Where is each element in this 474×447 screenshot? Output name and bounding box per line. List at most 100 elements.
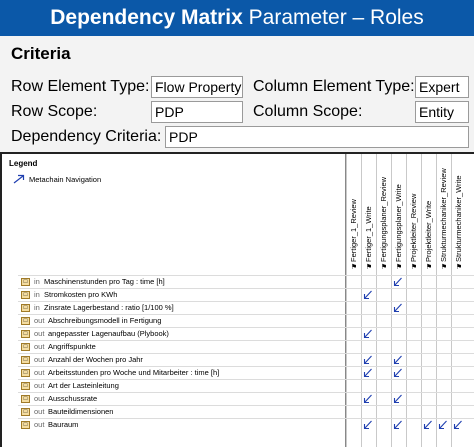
matrix-row[interactable]: □ out Angriffspunkte (18, 340, 474, 353)
column-header-label: Fertigungsplaner_Review (379, 176, 388, 262)
flow-property-icon: □ (21, 278, 30, 286)
row-direction: out (34, 381, 45, 390)
dependency-arrow-icon[interactable] (393, 394, 403, 404)
column-header-label: Strukturmechaniker_Review (439, 168, 448, 262)
column-header[interactable]: Fertigungsplaner_Review ⚑ (376, 154, 391, 274)
column-header[interactable]: Projektleiter_Review ⚑ (406, 154, 421, 274)
row-direction: out (34, 407, 45, 416)
row-direction: in (34, 303, 40, 312)
row-direction: out (34, 368, 45, 377)
expert-icon: ⚑ (350, 264, 358, 271)
matrix-row[interactable]: □ in Stromkosten pro KWh (18, 288, 474, 301)
column-header[interactable]: Fertiger_1_Review ⚑ (346, 154, 361, 274)
row-label: Arbeitsstunden pro Woche und Mitarbeiter… (48, 368, 220, 377)
matrix-row[interactable]: □ out Anzahl der Wochen pro Jahr (18, 353, 474, 366)
row-element-type-label: Row Element Type: (11, 78, 150, 95)
row-direction: out (34, 355, 45, 364)
dependency-criteria-field[interactable]: PDP (165, 126, 469, 148)
row-scope-label: Row Scope: (11, 103, 98, 120)
row-scope-field[interactable]: PDP (151, 101, 243, 123)
column-header[interactable]: Fertiger_1_Write ⚑ (361, 154, 376, 274)
flow-property-icon: □ (21, 421, 30, 429)
column-header[interactable]: Fertigungsplaner_Write ⚑ (391, 154, 406, 274)
matrix-row[interactable]: □ out Arbeitsstunden pro Woche und Mitarbe… (18, 366, 474, 379)
row-direction: out (34, 394, 45, 403)
column-header-label: Projektleiter_Write (424, 200, 433, 262)
row-label: angepasster Lagenaufbau (Plybook) (48, 329, 169, 338)
flow-property-icon: □ (21, 382, 30, 390)
row-label: Bauraum (48, 420, 79, 429)
matrix-row[interactable]: □ out Bauteildimensionen (18, 405, 474, 418)
column-element-type-label: Column Element Type: (253, 78, 415, 95)
dependency-arrow-icon[interactable] (363, 394, 373, 404)
row-direction: out (34, 420, 45, 429)
dependency-criteria-label: Dependency Criteria: (11, 128, 162, 145)
matrix-row[interactable]: □ in Zinsrate Lagerbestand : ratio [1/100 … (18, 301, 474, 314)
column-header-label: Fertiger_1_Review (349, 199, 358, 262)
row-label: Anzahl der Wochen pro Jahr (48, 355, 143, 364)
row-label: Bauteildimensionen (48, 407, 114, 416)
title-rest: Parameter – Roles (242, 6, 424, 29)
row-label: Stromkosten pro KWh (44, 290, 118, 299)
expert-icon: ⚑ (380, 264, 388, 271)
dependency-arrow-icon[interactable] (393, 277, 403, 287)
flow-property-icon: □ (21, 291, 30, 299)
matrix-row[interactable]: □ out Art der Lasteinleitung (18, 379, 474, 392)
column-header[interactable]: Strukturmechaniker_Review ⚑ (436, 154, 451, 274)
metachain-arrow-icon (13, 174, 25, 184)
dependency-arrow-icon[interactable] (423, 420, 433, 430)
matrix-row[interactable]: □ out Bauraum (18, 418, 474, 431)
expert-icon: ⚑ (425, 264, 433, 271)
dependency-arrow-icon[interactable] (393, 420, 403, 430)
dependency-arrow-icon[interactable] (393, 368, 403, 378)
flow-property-icon: □ (21, 356, 30, 364)
row-direction: in (34, 277, 40, 286)
row-label: Zinsrate Lagerbestand : ratio [1/100 %] (44, 303, 174, 312)
flow-property-icon: □ (21, 317, 30, 325)
expert-icon: ⚑ (395, 264, 403, 271)
matrix-row[interactable]: □ out Ausschussrate (18, 392, 474, 405)
column-header[interactable]: Strukturmechaniker_Write ⚑ (451, 154, 466, 274)
window-title: Dependency Matrix Parameter – Roles (0, 0, 474, 36)
criteria-heading: Criteria (11, 44, 71, 63)
row-label: Maschinenstunden pro Tag : time [h] (44, 277, 165, 286)
dependency-arrow-icon[interactable] (393, 303, 403, 313)
column-header[interactable]: Projektleiter_Write ⚑ (421, 154, 436, 274)
row-label: Art der Lasteinleitung (48, 381, 119, 390)
column-element-type-field[interactable]: Expert (415, 76, 469, 98)
dependency-arrow-icon[interactable] (363, 355, 373, 365)
row-direction: in (34, 290, 40, 299)
matrix-row[interactable]: □ out Abschreibungsmodell in Fertigung (18, 314, 474, 327)
flow-property-icon: □ (21, 304, 30, 312)
row-label: Abschreibungsmodell in Fertigung (48, 316, 162, 325)
dependency-arrow-icon[interactable] (393, 355, 403, 365)
column-scope-field[interactable]: Entity (415, 101, 469, 123)
dependency-arrow-icon[interactable] (363, 290, 373, 300)
flow-property-icon: □ (21, 369, 30, 377)
row-element-type-field[interactable]: Flow Property (151, 76, 243, 98)
dependency-matrix: Legend Metachain Navigation Fertiger_1_R… (0, 154, 474, 447)
expert-icon: ⚑ (365, 264, 373, 271)
column-header-label: Fertiger_1_Write (364, 206, 373, 262)
dependency-arrow-icon[interactable] (363, 368, 373, 378)
matrix-row[interactable]: □ out angepasster Lagenaufbau (Plybook) (18, 327, 474, 340)
legend-item: Metachain Navigation (29, 175, 102, 184)
criteria-panel: Criteria Row Element Type: Flow Property… (0, 36, 474, 154)
matrix-row[interactable]: □ in Maschinenstunden pro Tag : time [h] (18, 275, 474, 288)
row-label: Angriffspunkte (48, 342, 96, 351)
legend-title: Legend (9, 159, 38, 168)
column-header-label: Strukturmechaniker_Write (454, 175, 463, 262)
expert-icon: ⚑ (440, 264, 448, 271)
column-header-label: Projektleiter_Review (409, 193, 418, 262)
column-scope-label: Column Scope: (253, 103, 363, 120)
dependency-arrow-icon[interactable] (363, 329, 373, 339)
flow-property-icon: □ (21, 343, 30, 351)
row-label: Ausschussrate (48, 394, 98, 403)
dependency-arrow-icon[interactable] (438, 420, 448, 430)
title-bold: Dependency Matrix (50, 6, 243, 29)
row-direction: out (34, 329, 45, 338)
row-direction: out (34, 342, 45, 351)
dependency-arrow-icon[interactable] (363, 420, 373, 430)
dependency-arrow-icon[interactable] (453, 420, 463, 430)
flow-property-icon: □ (21, 330, 30, 338)
